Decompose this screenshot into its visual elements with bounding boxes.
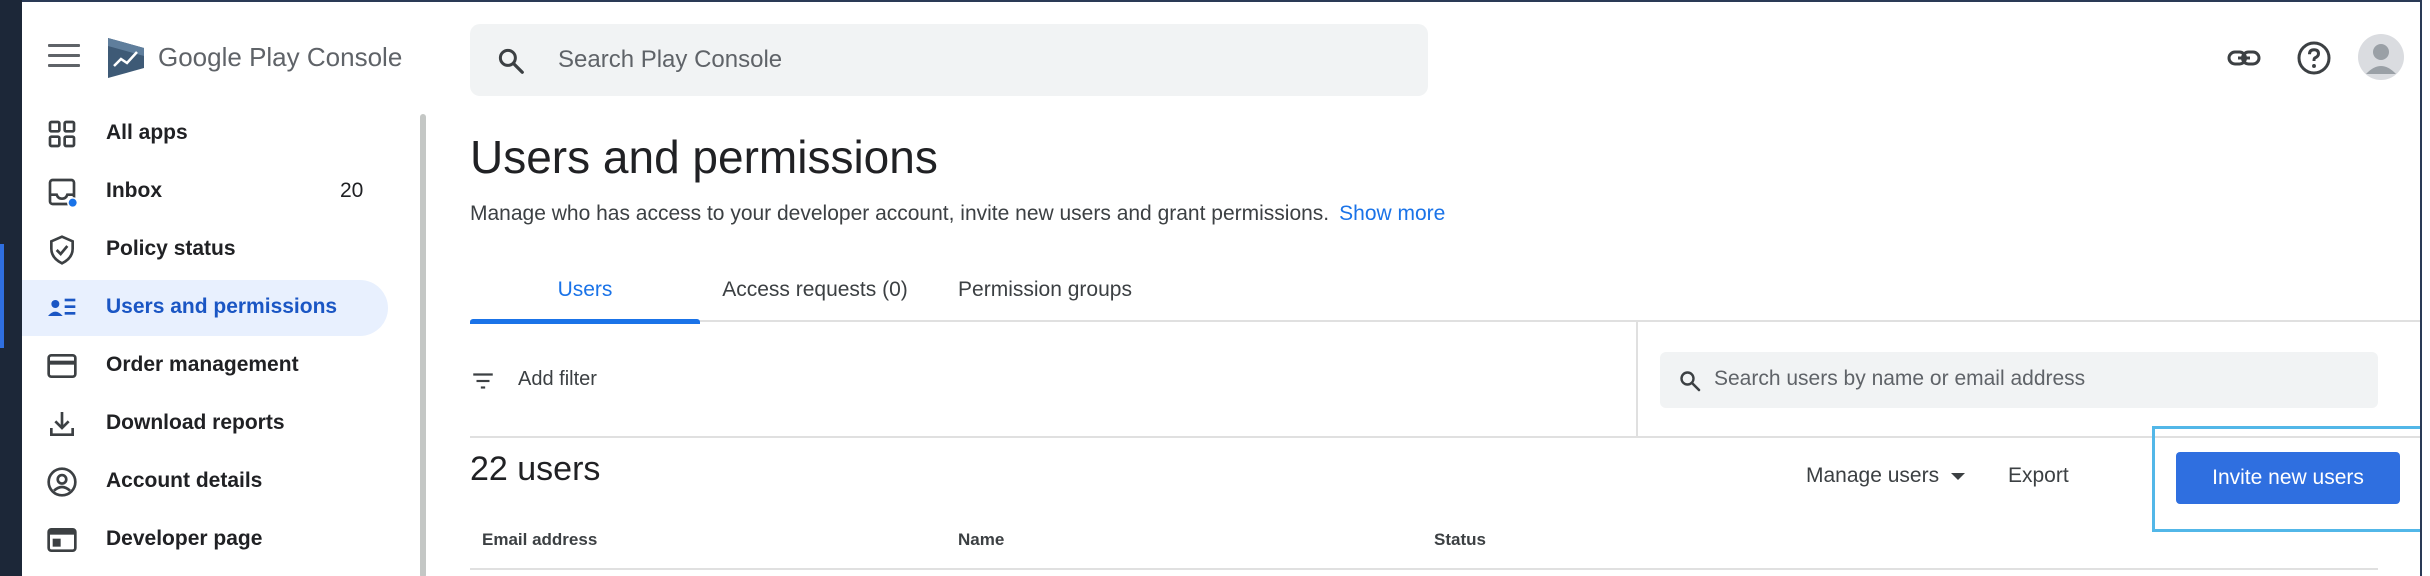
sidebar-item-label: All apps — [106, 121, 188, 144]
top-app-bar: Google Play Console Search Play Console — [22, 2, 2420, 114]
account-circle-icon — [47, 467, 77, 497]
screen: Google Play Console Search Play Console — [0, 0, 2430, 576]
link-icon[interactable] — [2226, 40, 2262, 76]
grid-icon — [48, 120, 76, 148]
column-header-status[interactable]: Status — [1434, 530, 1486, 550]
download-icon — [50, 412, 74, 436]
search-icon — [498, 48, 524, 74]
search-icon — [1680, 371, 1701, 392]
sidebar-item-policy-status[interactable]: Policy status — [22, 222, 388, 278]
sidebar-item-account-details[interactable]: Account details — [22, 454, 388, 510]
manage-users-dropdown[interactable]: Manage users — [1806, 464, 1966, 488]
page-title: Users and permissions — [470, 131, 938, 183]
sidebar-item-download-reports[interactable]: Download reports — [22, 396, 388, 452]
users-count-heading: 22 users — [470, 450, 601, 488]
sidebar-item-inbox[interactable]: Inbox 20 — [22, 164, 388, 220]
brand-console: Console — [306, 42, 403, 72]
caret-down-icon — [1951, 472, 1966, 480]
sidebar-item-developer-page[interactable]: Developer page — [22, 512, 388, 568]
filter-bar: Add filter Search users by name or email… — [470, 322, 2420, 438]
tab-label: Access requests (0) — [722, 278, 908, 301]
tab-users[interactable]: Users — [470, 264, 700, 324]
export-button[interactable]: Export — [2008, 464, 2069, 488]
manage-users-label: Manage users — [1806, 464, 1940, 487]
page-description: Manage who has access to your developer … — [470, 202, 1445, 226]
sidebar-item-label: Inbox — [106, 179, 162, 202]
web-page-icon — [47, 528, 77, 552]
users-list-icon — [48, 298, 76, 316]
table-header-divider — [470, 568, 2378, 570]
sidebar-item-label: Policy status — [106, 237, 236, 260]
sidebar-item-users-and-permissions[interactable]: Users and permissions — [22, 280, 388, 336]
app-title: Google Play Console — [158, 42, 402, 73]
sidebar-item-label: Order management — [106, 353, 299, 376]
sidebar-scrollbar[interactable] — [420, 114, 426, 576]
shield-check-icon — [50, 235, 74, 265]
tab-bar: Users Access requests (0) Permission gro… — [470, 264, 2420, 324]
sidebar-item-label: Users and permissions — [106, 295, 338, 318]
tab-label: Permission groups — [958, 278, 1132, 301]
sidebar-item-label: Developer page — [106, 527, 263, 550]
sidebar-item-label: Account details — [106, 469, 263, 492]
sidebar-item-label: Download reports — [106, 411, 285, 434]
browser-window: Google Play Console Search Play Console — [22, 0, 2422, 576]
filter-icon — [473, 373, 493, 389]
search-users-placeholder: Search users by name or email address — [1714, 367, 2086, 390]
show-more-link[interactable]: Show more — [1339, 202, 1445, 225]
search-users-input[interactable]: Search users by name or email address — [1660, 352, 2378, 408]
help-icon[interactable] — [2296, 40, 2332, 76]
user-avatar-icon — [2366, 44, 2396, 74]
sidebar-item-order-management[interactable]: Order management — [22, 338, 388, 394]
avatar[interactable] — [2358, 34, 2404, 80]
inbox-icon — [48, 178, 78, 208]
filter-divider — [1636, 322, 1638, 438]
column-header-name[interactable]: Name — [958, 530, 1004, 550]
main-content: Users and permissions Manage who has acc… — [470, 114, 2420, 576]
invite-new-users-button[interactable]: Invite new users — [2176, 452, 2400, 504]
brand-google-play: Google Play — [158, 42, 300, 72]
column-header-email[interactable]: Email address — [482, 530, 597, 550]
desktop-background — [0, 0, 22, 576]
tab-label: Users — [557, 278, 613, 301]
tab-permission-groups[interactable]: Permission groups — [930, 264, 1160, 322]
add-filter-label: Add filter — [518, 368, 597, 390]
sidebar-item-all-apps[interactable]: All apps — [22, 106, 388, 162]
inbox-count-badge: 20 — [340, 179, 364, 202]
global-search-input[interactable]: Search Play Console — [470, 24, 1428, 96]
desktop-accent-bar — [0, 244, 4, 348]
menu-icon[interactable] — [48, 44, 80, 68]
page-description-text: Manage who has access to your developer … — [470, 202, 1330, 225]
tab-access-requests[interactable]: Access requests (0) — [700, 264, 930, 322]
global-search-placeholder: Search Play Console — [558, 46, 783, 73]
credit-card-icon — [47, 354, 77, 378]
play-console-logo-icon — [108, 38, 144, 78]
